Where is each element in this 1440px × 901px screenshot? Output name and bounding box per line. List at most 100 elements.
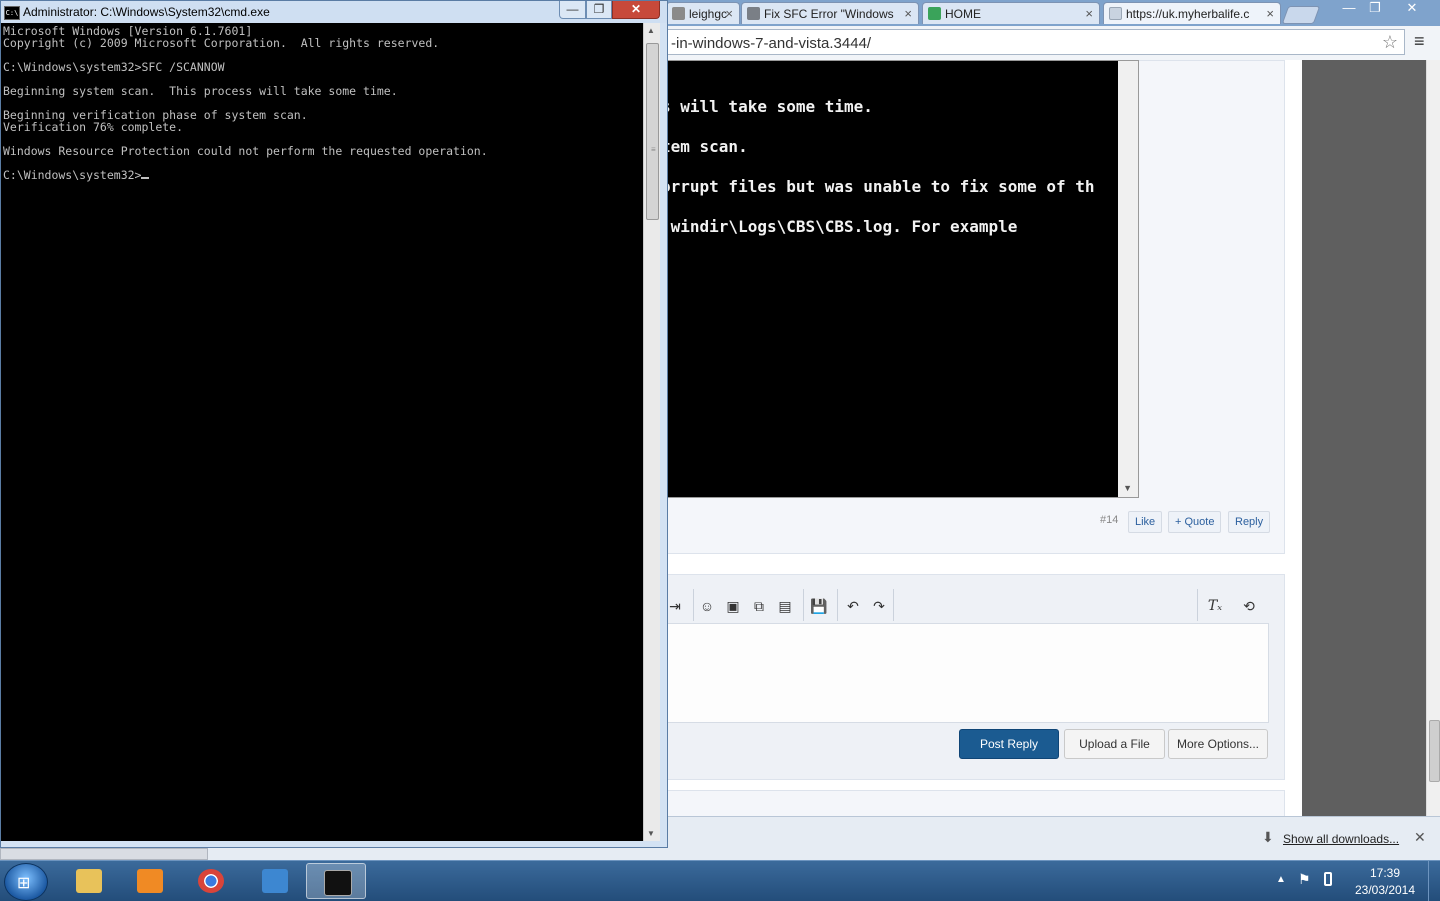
text-cursor	[141, 177, 150, 179]
tab-close-icon[interactable]: ×	[1266, 6, 1274, 21]
redo-icon[interactable]: ↷	[869, 596, 889, 616]
address-bar[interactable]: -in-windows-7-and-vista.3444/ ☆	[630, 29, 1405, 55]
tab-close-icon[interactable]: ×	[1085, 6, 1093, 21]
page-scrollbar[interactable]	[1426, 60, 1440, 816]
scroll-up-arrow-icon[interactable]: ▲	[647, 26, 655, 35]
post-number[interactable]: #14	[1100, 514, 1118, 526]
more-options-button[interactable]: More Options...	[1168, 729, 1268, 759]
insert-icon[interactable]: ▤	[775, 596, 795, 616]
chrome-icon	[198, 869, 224, 893]
toolbar-divider	[893, 589, 894, 621]
console-prompt: C:\Windows\system32>	[3, 168, 142, 182]
browser-menu-icon[interactable]: ≡	[1414, 32, 1432, 50]
taskbar-cmd[interactable]	[306, 863, 366, 899]
console-line: Copyright (c) 2009 Microsoft Corporation…	[3, 36, 440, 50]
embedded-scrollbar: ▼	[1118, 61, 1138, 497]
tab-leighgc[interactable]: leighgc ×	[666, 2, 740, 24]
reply-button[interactable]: Reply	[1228, 511, 1271, 533]
console-line: Beginning system scan. This process will…	[3, 84, 398, 98]
tab-label: Fix SFC Error "Windows I	[764, 7, 894, 21]
toolbar-divider	[1197, 589, 1198, 621]
start-button[interactable]: ⊞	[4, 863, 48, 901]
console-line: Verification 76% complete.	[3, 120, 184, 134]
reply-editor: ⇥ ☺ ▣ ⧉ ▤ 💾 ↶ ↷ Tₓ ⟲ Post Reply Upload a…	[640, 574, 1285, 780]
tab-label: https://uk.myherbalife.c	[1126, 7, 1250, 21]
console-output[interactable]: Microsoft Windows [Version 6.1.7601] Cop…	[1, 23, 643, 841]
embedded-line: orrupt files but was unable to fix some …	[661, 177, 1095, 196]
embedded-screenshot: s will take some time. tem scan. orrupt …	[660, 60, 1139, 498]
browser-close-button[interactable]: ✕	[1390, 0, 1434, 18]
tab-favicon-icon	[672, 7, 685, 20]
taskbar-media-player[interactable]	[120, 863, 180, 899]
next-section	[640, 790, 1285, 816]
close-download-shelf-icon[interactable]: ✕	[1414, 829, 1426, 846]
image-icon[interactable]: ▣	[723, 596, 743, 616]
cmd-scrollbar[interactable]: ▲ ≡ ▼	[643, 23, 660, 841]
taskbar-explorer[interactable]	[59, 863, 119, 899]
browser-maximize-button[interactable]: ❐	[1362, 0, 1388, 18]
console-line: C:\Windows\system32>SFC /SCANNOW	[3, 60, 225, 74]
tab-home[interactable]: HOME ×	[922, 2, 1100, 24]
clock-time[interactable]: 17:39	[1364, 866, 1406, 880]
media-icon[interactable]: ⧉	[749, 596, 769, 616]
post-reply-button[interactable]: Post Reply	[959, 729, 1059, 759]
toolbar-divider	[803, 589, 804, 621]
browser-minimize-button[interactable]: —	[1336, 0, 1362, 18]
bookmark-star-icon[interactable]: ☆	[1382, 32, 1398, 53]
page-gutter	[1302, 60, 1426, 816]
like-button[interactable]: Like	[1128, 511, 1163, 533]
editor-toolbar: ⇥ ☺ ▣ ⧉ ▤ 💾 ↶ ↷ Tₓ ⟲	[641, 575, 1267, 621]
url-text: -in-windows-7-and-vista.3444/	[671, 35, 872, 52]
save-draft-icon[interactable]: 💾	[809, 596, 829, 616]
download-icon: ⬇	[1262, 829, 1274, 845]
show-desktop-button[interactable]	[1428, 861, 1440, 901]
indent-icon[interactable]: ⇥	[665, 596, 685, 616]
folder-icon	[76, 869, 102, 893]
message-textarea[interactable]	[641, 623, 1269, 723]
tab-fix-sfc-error[interactable]: Fix SFC Error "Windows I ×	[741, 2, 919, 24]
page-scroll-thumb[interactable]	[1429, 720, 1440, 782]
cmd-scroll-thumb[interactable]: ≡	[646, 43, 659, 220]
tab-label: HOME	[945, 7, 981, 21]
battery-icon[interactable]	[1324, 872, 1332, 886]
taskbar: ⊞ ▲ ⚑ 17:39 23/03/2014	[0, 860, 1440, 901]
tab-myherbalife[interactable]: https://uk.myherbalife.c ×	[1103, 2, 1281, 24]
network-icon	[262, 869, 288, 893]
tab-favicon-icon	[1109, 7, 1122, 20]
grip-icon: ≡	[651, 145, 656, 154]
action-center-flag-icon[interactable]: ⚑	[1298, 871, 1311, 888]
tab-favicon-icon	[928, 7, 941, 20]
taskbar-chrome[interactable]	[181, 863, 241, 899]
remove-format-icon[interactable]: Tₓ	[1205, 596, 1225, 616]
cmd-title: Administrator: C:\Windows\System32\cmd.e…	[23, 5, 270, 19]
new-tab-button[interactable]	[1281, 6, 1321, 24]
smilie-icon[interactable]: ☺	[697, 596, 717, 616]
undo-icon[interactable]: ↶	[843, 596, 863, 616]
cmd-minimize-button[interactable]: —	[559, 1, 586, 19]
toolbar-divider	[693, 589, 694, 621]
tab-close-icon[interactable]: ×	[725, 6, 733, 21]
toolbar-divider	[837, 589, 838, 621]
show-hidden-icons-icon[interactable]: ▲	[1276, 874, 1286, 885]
toggle-source-icon[interactable]: ⟲	[1239, 596, 1259, 616]
background-window-edge	[0, 848, 208, 860]
upload-file-button[interactable]: Upload a File	[1064, 729, 1165, 759]
tab-label: leighgc	[689, 7, 728, 21]
cmd-app-icon[interactable]: C:\	[4, 6, 20, 20]
cmd-window: C:\ Administrator: C:\Windows\System32\c…	[0, 0, 668, 848]
cmd-maximize-button[interactable]: ❐	[586, 1, 612, 19]
tab-close-icon[interactable]: ×	[904, 6, 912, 21]
tab-favicon-icon	[747, 7, 760, 20]
taskbar-network-app[interactable]	[245, 863, 305, 899]
embedded-line: tem scan.	[661, 137, 748, 156]
quote-button[interactable]: + Quote	[1168, 511, 1222, 533]
media-player-icon	[137, 869, 163, 893]
console-prompt-line: C:\Windows\system32>	[3, 168, 150, 182]
cmd-titlebar[interactable]: C:\ Administrator: C:\Windows\System32\c…	[1, 1, 667, 23]
show-all-downloads-link[interactable]: Show all downloads...	[1283, 832, 1399, 846]
cmd-icon	[324, 870, 352, 896]
clock-date[interactable]: 23/03/2014	[1352, 883, 1418, 897]
embedded-line: s will take some time.	[661, 97, 873, 116]
scroll-down-arrow-icon[interactable]: ▼	[647, 829, 655, 838]
cmd-close-button[interactable]: ✕	[612, 1, 660, 19]
